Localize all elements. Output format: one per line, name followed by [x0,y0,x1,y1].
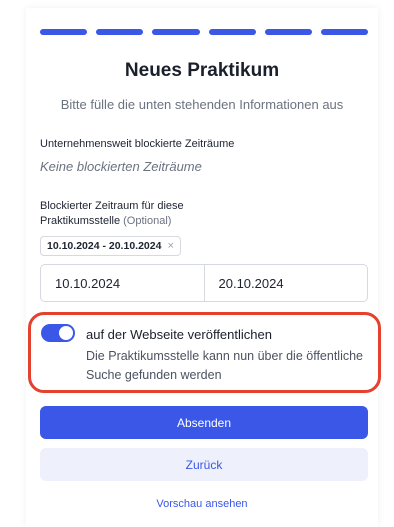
end-date-field[interactable]: 20.10.2024 [203,265,368,301]
position-blocked-label-text: Praktikumsstelle [40,215,121,227]
publish-toggle-description: Die Praktikumsstelle kann nun über die ö… [86,349,364,382]
publish-toggle[interactable] [41,324,75,342]
page-subtitle: Bitte fülle die unten stehenden Informat… [60,97,344,112]
date-range-chip: 10.10.2024 - 20.10.2024 × [40,236,181,256]
date-range-picker: 10.10.2024 20.10.2024 [40,264,368,302]
progress-step [208,29,256,35]
start-date-field[interactable]: 10.10.2024 [41,265,204,301]
progress-step [320,29,369,35]
toggle-knob [59,326,73,340]
position-blocked-label-line1: Blockierter Zeitraum für diese [40,200,184,212]
back-button[interactable]: Zurück [40,448,368,481]
position-blocked-label-line2: Praktikumsstelle (Optional) [40,214,184,229]
date-range-chip-label: 10.10.2024 - 20.10.2024 [47,240,162,252]
optional-label: (Optional) [123,215,172,227]
page-title: Neues Praktikum [124,60,280,81]
progress-step [96,29,144,35]
preview-link[interactable]: Vorschau ansehen [26,498,378,510]
progress-step [264,29,312,35]
company-blocked-label: Unternehmensweit blockierte Zeiträume [40,138,235,150]
publish-toggle-label: auf der Webseite veröffentlichen [86,327,272,342]
progress-step [40,29,88,35]
close-icon[interactable]: × [167,240,173,252]
progress-step [152,29,200,35]
position-blocked-label: Blockierter Zeitraum für diese Praktikum… [40,199,184,229]
company-blocked-empty-text: Keine blockierten Zeiträume [40,159,202,174]
step-progress [40,29,369,35]
submit-button[interactable]: Absenden [40,406,368,439]
